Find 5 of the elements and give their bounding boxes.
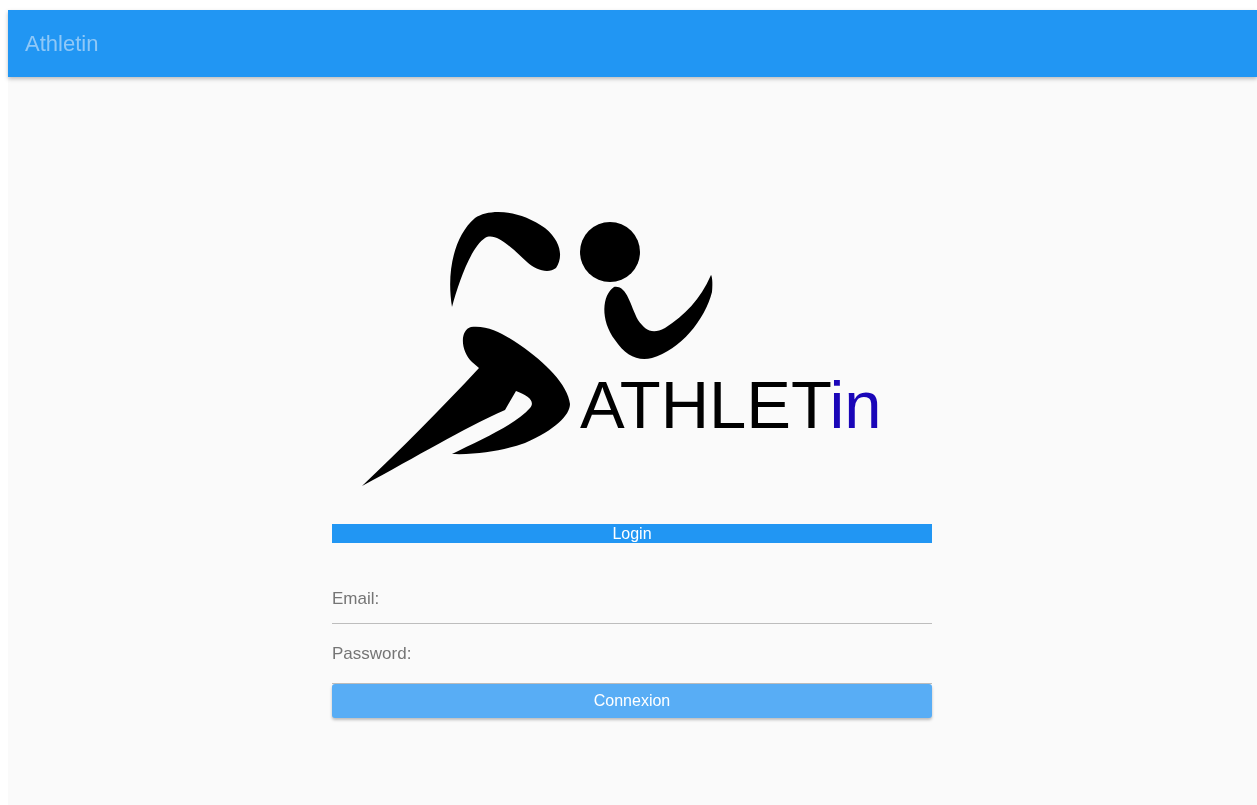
email-field[interactable]: Email:	[332, 575, 932, 624]
login-header: Login	[332, 524, 932, 543]
connexion-button[interactable]: Connexion	[332, 684, 932, 718]
logo-text: ATHLETin	[580, 371, 882, 438]
app-title: Athletin	[25, 30, 99, 58]
